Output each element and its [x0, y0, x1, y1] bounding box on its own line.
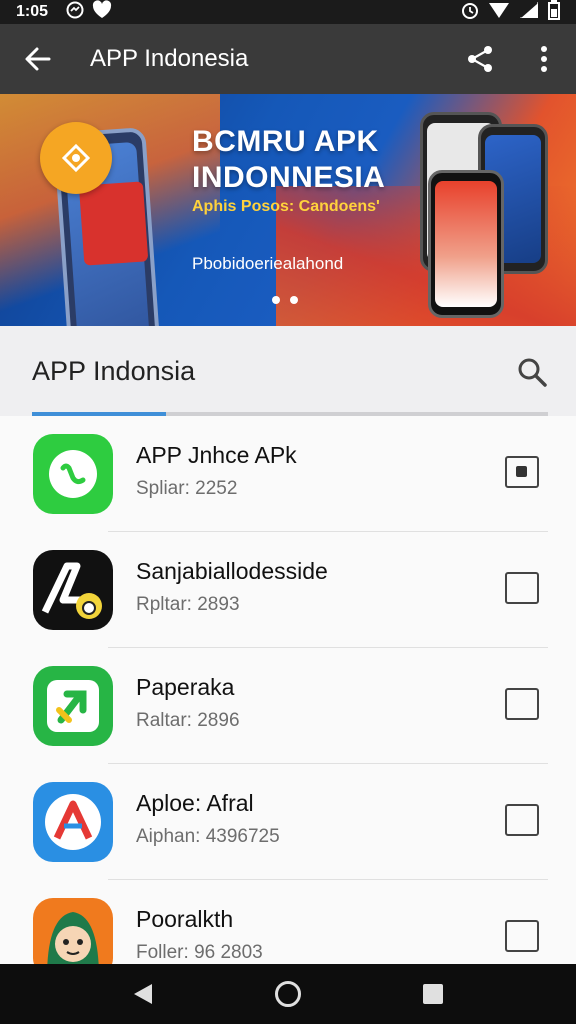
- app-bar: APP Indonesia: [0, 24, 576, 94]
- more-options-button[interactable]: [512, 24, 576, 94]
- more-vert-icon: [541, 46, 547, 72]
- back-button[interactable]: [0, 24, 76, 94]
- notification-icon: [92, 0, 112, 25]
- signal-icon: [518, 1, 540, 24]
- app-name: Paperaka: [136, 674, 235, 700]
- status-bar: 1:05: [0, 0, 576, 24]
- banner-headline: BCMRU APK INDONNESIA: [192, 124, 385, 196]
- banner-badge-icon: [40, 122, 112, 194]
- wifi-icon: [488, 1, 510, 24]
- app-bar-title: APP Indonesia: [90, 45, 249, 72]
- banner-subline: Pbobidoeriealahond: [192, 254, 344, 273]
- banner-headline-line1: BCMRU APK: [192, 125, 379, 158]
- select-checkbox[interactable]: [505, 804, 539, 836]
- character-app-icon: [33, 898, 113, 964]
- messenger-icon: [66, 1, 84, 24]
- page-dot[interactable]: [272, 296, 280, 304]
- nav-recents-icon: [423, 984, 444, 1004]
- status-time: 1:05: [16, 3, 49, 20]
- green-arrow-app-icon: [33, 666, 113, 746]
- app-name: Sanjabiallodesside: [136, 558, 328, 584]
- promo-banner[interactable]: BCMRU APK INDONNESIA Aphis Posos: Candoe…: [0, 94, 576, 326]
- share-button[interactable]: [448, 24, 512, 94]
- select-checkbox[interactable]: [505, 920, 539, 952]
- list-item[interactable]: Sanjabiallodesside Rpltar: 2893: [0, 532, 576, 648]
- battery-icon: [548, 0, 560, 25]
- list-item[interactable]: APP Jnhce APk Spliar: 2252: [0, 416, 576, 532]
- select-checkbox[interactable]: [505, 572, 539, 604]
- search-icon: [518, 358, 547, 387]
- app-meta: Rpltar: 2893: [136, 594, 240, 615]
- banner-headline-line2: INDONNESIA: [192, 161, 386, 194]
- app-list: APP Jnhce APk Spliar: 2252 Sanjabiallode…: [0, 416, 576, 964]
- app-meta: Foller: 96 2803: [136, 942, 263, 963]
- nav-back-button[interactable]: [119, 970, 167, 1018]
- arrow-left-icon: [25, 47, 51, 71]
- list-item[interactable]: Aploe: Afral Aiphan: 4396725: [0, 764, 576, 880]
- select-checkbox[interactable]: [505, 688, 539, 720]
- app-meta: Spliar: 2252: [136, 478, 238, 499]
- nav-home-icon: [274, 981, 301, 1007]
- select-checkbox[interactable]: [505, 456, 539, 488]
- dark-a-app-icon: [33, 550, 113, 630]
- app-name: APP Jnhce APk: [136, 442, 297, 468]
- section-title: APP Indonsia: [32, 356, 196, 386]
- nav-recents-button[interactable]: [409, 970, 457, 1018]
- banner-tagline: Aphis Posos: Candoens': [192, 198, 380, 215]
- nav-home-button[interactable]: [264, 970, 312, 1018]
- list-item[interactable]: Paperaka Raltar: 2896: [0, 648, 576, 764]
- search-button[interactable]: [514, 354, 550, 390]
- banner-phone-illustration: [428, 170, 504, 318]
- section-header: APP Indonsia: [0, 326, 576, 416]
- app-name: Pooralkth: [136, 906, 234, 932]
- blue-a-app-icon: [33, 782, 113, 862]
- alarm-icon: [460, 0, 480, 25]
- share-icon: [468, 46, 492, 72]
- list-item[interactable]: Pooralkth Foller: 96 2803: [0, 880, 576, 964]
- page-dot[interactable]: [290, 296, 298, 304]
- app-meta: Raltar: 2896: [136, 710, 240, 731]
- phone-app-icon: [33, 434, 113, 514]
- status-left: 1:05: [16, 0, 112, 25]
- status-right: [460, 0, 560, 25]
- app-meta: Aiphan: 4396725: [136, 826, 280, 847]
- nav-back-icon: [133, 984, 152, 1004]
- system-nav-bar: [0, 964, 576, 1024]
- app-name: Aploe: Afral: [136, 790, 254, 816]
- banner-page-indicator: [272, 296, 298, 304]
